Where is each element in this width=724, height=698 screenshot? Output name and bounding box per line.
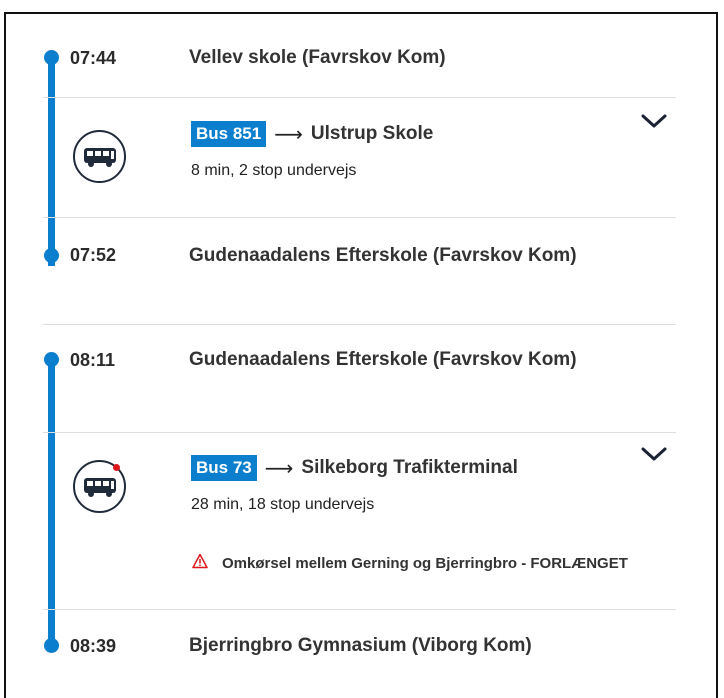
- arrival-time: 08:39: [70, 636, 117, 656]
- route-header: Bus 73 ⟶ Silkeborg Trafikterminal: [191, 455, 518, 481]
- warning-triangle-icon: [192, 553, 208, 569]
- leg-details: 28 min, 18 stop undervejs: [191, 496, 375, 513]
- warning-text: Omkørsel mellem Gerning og Bjerringbro -…: [222, 555, 628, 572]
- expand-chevron-icon[interactable]: [638, 111, 670, 131]
- arrival-time: 07:52: [70, 245, 117, 265]
- expand-chevron-icon[interactable]: [638, 444, 670, 464]
- departure-stop[interactable]: Vellev skole (Favrskov Kom): [189, 42, 609, 74]
- stop-dot: [44, 248, 59, 263]
- bus-icon: [73, 460, 126, 513]
- divider: [43, 97, 676, 98]
- leg-details: 8 min, 2 stop undervejs: [191, 162, 357, 179]
- stop-dot: [44, 50, 59, 65]
- departure-stop[interactable]: Gudenaadalens Efterskole (Favrskov Kom): [189, 344, 609, 376]
- bus-icon: [73, 130, 126, 183]
- divider: [43, 217, 676, 218]
- destination-label: Silkeborg Trafikterminal: [301, 457, 518, 478]
- alert-dot-icon: [113, 464, 120, 471]
- arrival-stop[interactable]: Gudenaadalens Efterskole (Favrskov Kom): [189, 240, 609, 272]
- direction-arrow: ⟶: [264, 457, 294, 480]
- divider: [43, 432, 676, 433]
- route-header: Bus 851 ⟶ Ulstrup Skole: [191, 121, 433, 147]
- line-badge[interactable]: Bus 851: [191, 121, 267, 147]
- divider: [43, 324, 676, 325]
- journey-details-panel: 07:44 Vellev skole (Favrskov Kom) Bus 85…: [4, 12, 718, 698]
- line-badge[interactable]: Bus 73: [191, 455, 257, 481]
- arrival-stop[interactable]: Bjerringbro Gymnasium (Viborg Kom): [189, 630, 609, 662]
- divider: [43, 609, 676, 610]
- direction-arrow: ⟶: [274, 123, 303, 146]
- route-line-leg-2: [48, 356, 55, 650]
- stop-dot: [44, 352, 59, 367]
- route-line-leg-1: [48, 56, 55, 266]
- departure-time: 08:11: [70, 350, 116, 370]
- stop-dot: [44, 638, 59, 653]
- service-warning[interactable]: Omkørsel mellem Gerning og Bjerringbro -…: [192, 551, 632, 576]
- destination-label: Ulstrup Skole: [310, 123, 434, 144]
- departure-time: 07:44: [70, 48, 117, 68]
